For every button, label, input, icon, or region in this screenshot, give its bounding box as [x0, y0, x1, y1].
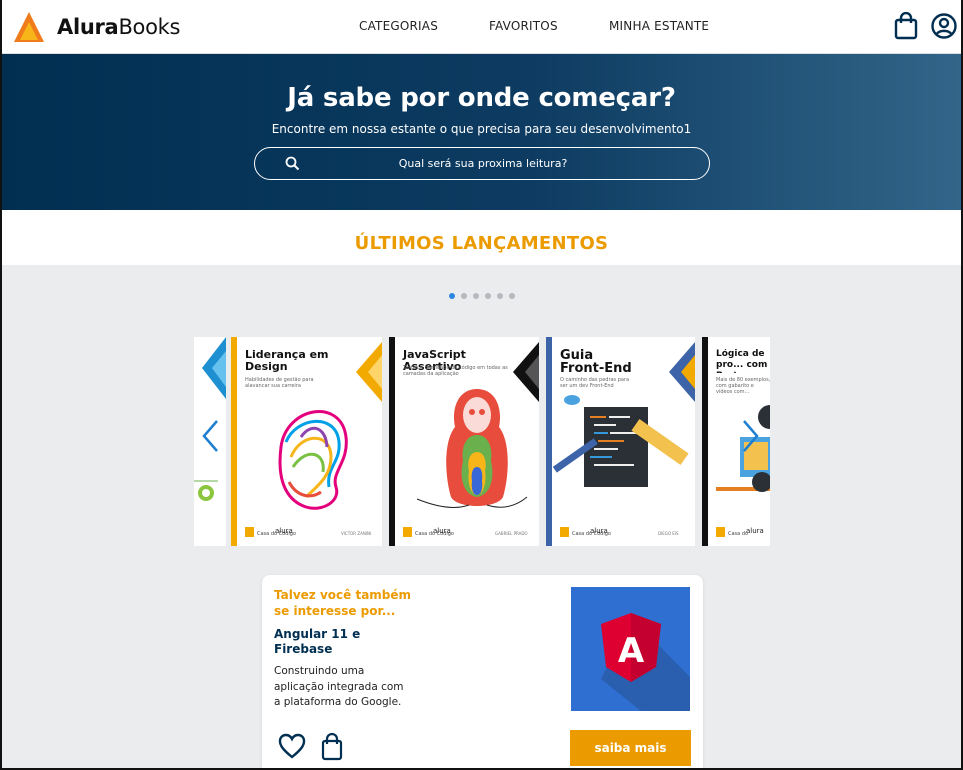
window-border-left [0, 0, 2, 770]
svg-text:DIEGO EIS: DIEGO EIS [658, 531, 679, 536]
book-publisher: alura [433, 527, 451, 535]
svg-text:VICTOR ZANINI: VICTOR ZANINI [341, 531, 371, 536]
carousel-dots [449, 293, 515, 299]
recommendation-card: Talvez você também se interesse por... A… [262, 575, 703, 770]
hero-subtitle: Encontre em nossa estante o que precisa … [271, 122, 692, 136]
book-art: Casa do Código DIEGO EIS [552, 342, 695, 537]
book-cover[interactable]: JavaScript Assertivo Testes e qualidade … [389, 337, 539, 546]
book-publisher: alura [275, 527, 293, 535]
saiba-mais-button[interactable]: saiba mais [570, 730, 691, 766]
recommendation-heading: Talvez você também se interesse por... [274, 588, 412, 618]
user-icon[interactable] [930, 12, 958, 40]
carousel-prev-arrow[interactable] [200, 418, 220, 454]
hero-title: Já sabe por onde começar? [287, 83, 676, 113]
carousel-dot-5[interactable] [497, 293, 503, 299]
book-publisher: alura [746, 527, 764, 535]
recommendation-description: Construindo uma aplicação integrada com … [274, 665, 404, 708]
search-input[interactable]: Qual será sua proxima leitura? [254, 147, 710, 180]
carousel-dot-4[interactable] [485, 293, 491, 299]
carousel-dot-2[interactable] [461, 293, 467, 299]
recommendation-title[interactable]: Angular 11 e Firebase [274, 627, 384, 657]
heart-icon[interactable] [278, 732, 306, 760]
section-title: ÚLTIMOS LANÇAMENTOS [354, 233, 609, 254]
book-art: Casa do Código GABRIEL PRADO [403, 342, 539, 537]
shopping-bag-icon[interactable] [320, 733, 344, 761]
nav-favoritos[interactable]: FAVORITOS [489, 19, 558, 33]
carousel-dot-1[interactable] [449, 293, 455, 299]
book-publisher: alura [590, 527, 608, 535]
shopping-bag-icon[interactable] [893, 12, 919, 40]
cover-letter: A [618, 631, 645, 671]
recommendation-cover[interactable]: A [571, 587, 690, 711]
nav-categorias[interactable]: CATEGORIAS [359, 19, 438, 33]
book-art: Casa do Código VICTOR ZANINI [245, 342, 382, 537]
books-carousel: Liderança em Design Habilidades de gestã… [194, 337, 770, 546]
book-cover[interactable]: Guia Front-End O caminho das pedras para… [546, 337, 695, 546]
logo-text: AluraBooks [57, 15, 181, 39]
logo-icon [14, 12, 44, 42]
carousel-dot-3[interactable] [473, 293, 479, 299]
angular-logo-icon: A [601, 613, 690, 711]
alurabooks-logo[interactable]: AluraBooks [13, 10, 180, 44]
top-header: AluraBooks CATEGORIAS FAVORITOS MINHA ES… [0, 0, 963, 54]
search-placeholder: Qual será sua proxima leitura? [398, 157, 568, 170]
svg-text:GABRIEL PRADO: GABRIEL PRADO [495, 531, 528, 536]
nav-minha-estante[interactable]: MINHA ESTANTE [609, 19, 709, 33]
book-cover[interactable]: Liderança em Design Habilidades de gestã… [231, 337, 382, 546]
carousel-next-arrow[interactable] [741, 418, 761, 454]
carousel-dot-6[interactable] [509, 293, 515, 299]
